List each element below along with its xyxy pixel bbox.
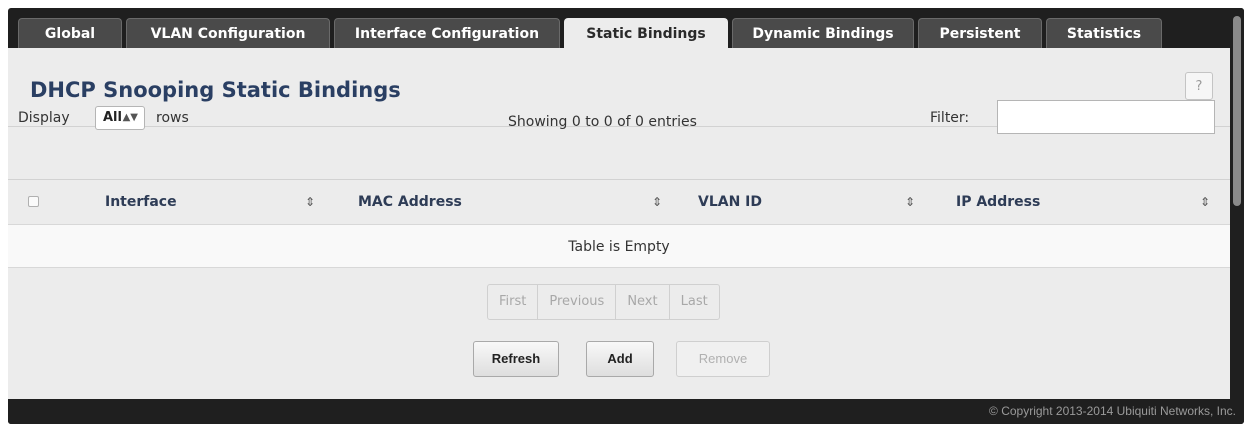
column-header-mac-address[interactable]: MAC Address (358, 180, 462, 224)
filter-input[interactable] (997, 100, 1215, 134)
copyright-text: © Copyright 2013-2014 Ubiquiti Networks,… (989, 404, 1236, 418)
tab-interface-configuration[interactable]: Interface Configuration (334, 18, 560, 48)
column-header-ip-address[interactable]: IP Address (956, 180, 1040, 224)
empty-table-message: Table is Empty (8, 224, 1230, 268)
pagination-next[interactable]: Next (615, 285, 668, 319)
help-button[interactable]: ? (1185, 72, 1213, 100)
tab-statistics[interactable]: Statistics (1046, 18, 1162, 48)
remove-button[interactable]: Remove (676, 341, 770, 377)
scrollbar-thumb[interactable] (1233, 16, 1241, 206)
add-button[interactable]: Add (586, 341, 654, 377)
tab-dynamic-bindings[interactable]: Dynamic Bindings (732, 18, 914, 48)
rows-label: rows (156, 110, 189, 126)
tab-vlan-configuration[interactable]: VLAN Configuration (126, 18, 330, 48)
pagination-last[interactable]: Last (668, 285, 719, 319)
tab-bar: Global VLAN Configuration Interface Conf… (18, 18, 1166, 49)
sort-icon[interactable]: ⇕ (905, 180, 915, 224)
tab-persistent[interactable]: Persistent (918, 18, 1042, 48)
app-frame: Global VLAN Configuration Interface Conf… (8, 8, 1244, 424)
column-header-vlan-id[interactable]: VLAN ID (698, 180, 762, 224)
select-all-checkbox[interactable] (28, 196, 39, 207)
column-header-interface[interactable]: Interface (105, 180, 177, 224)
rows-per-page-select[interactable]: All ▲▼ (95, 106, 145, 130)
content-panel: DHCP Snooping Static Bindings ? Display … (8, 48, 1230, 399)
footer: © Copyright 2013-2014 Ubiquiti Networks,… (8, 399, 1244, 424)
filter-label: Filter: (930, 110, 970, 126)
entries-info: Showing 0 to 0 of 0 entries (508, 114, 697, 130)
select-arrows-icon: ▲▼ (122, 112, 138, 123)
pagination-first[interactable]: First (488, 285, 537, 319)
pagination: First Previous Next Last (487, 284, 720, 320)
display-label: Display (18, 110, 70, 126)
refresh-button[interactable]: Refresh (473, 341, 559, 377)
rows-select-value: All (103, 110, 122, 125)
sort-icon[interactable]: ⇕ (1200, 180, 1210, 224)
tab-static-bindings[interactable]: Static Bindings (564, 18, 728, 49)
pagination-previous[interactable]: Previous (537, 285, 615, 319)
sort-icon[interactable]: ⇕ (305, 180, 315, 224)
sort-icon[interactable]: ⇕ (652, 180, 662, 224)
page-title: DHCP Snooping Static Bindings (30, 78, 401, 102)
scrollbar[interactable] (1230, 8, 1244, 399)
tab-global[interactable]: Global (18, 18, 122, 48)
table-header: Interface ⇕ MAC Address ⇕ VLAN ID ⇕ IP A… (8, 180, 1230, 224)
